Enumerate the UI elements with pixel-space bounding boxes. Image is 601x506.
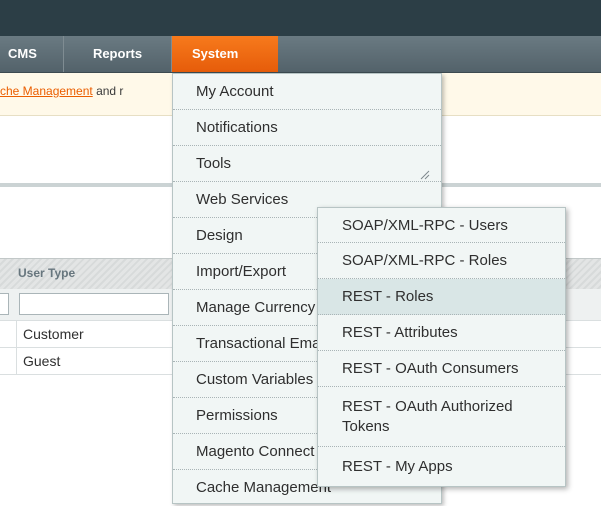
filter-input-prev[interactable]: [0, 293, 9, 315]
submenu-item-rest-attributes[interactable]: REST - Attributes: [318, 315, 565, 351]
menu-item-tools[interactable]: Tools: [173, 146, 441, 182]
submenu-item-rest-my-apps[interactable]: REST - My Apps: [318, 447, 565, 486]
column-header-user-type[interactable]: User Type: [18, 258, 75, 288]
table-cell-user-type: Customer: [23, 326, 84, 342]
cache-management-link[interactable]: che Management: [0, 84, 93, 98]
user-type-filter-input[interactable]: [19, 293, 169, 315]
nav-cms[interactable]: CMS: [0, 36, 64, 72]
menu-item-my-account[interactable]: My Account: [173, 74, 441, 110]
nav-system[interactable]: System: [172, 36, 278, 72]
column-divider: [16, 321, 17, 347]
submenu-item-soap-users[interactable]: SOAP/XML-RPC - Users: [318, 208, 565, 243]
resize-grip-icon: [420, 170, 430, 180]
submenu-item-rest-oauth-tokens[interactable]: REST - OAuth Authorized Tokens: [318, 387, 565, 447]
system-message: che Management and r: [0, 84, 123, 98]
table-cell-user-type: Guest: [23, 353, 61, 369]
submenu-item-soap-roles[interactable]: SOAP/XML-RPC - Roles: [318, 243, 565, 279]
submenu-item-rest-roles[interactable]: REST - Roles: [318, 279, 565, 315]
nav-reports[interactable]: Reports: [64, 36, 172, 72]
menu-item-notifications[interactable]: Notifications: [173, 110, 441, 146]
column-divider: [16, 348, 17, 374]
submenu-item-rest-oauth-consumers[interactable]: REST - OAuth Consumers: [318, 351, 565, 387]
admin-header: [0, 0, 601, 36]
message-text: and r: [92, 84, 124, 98]
